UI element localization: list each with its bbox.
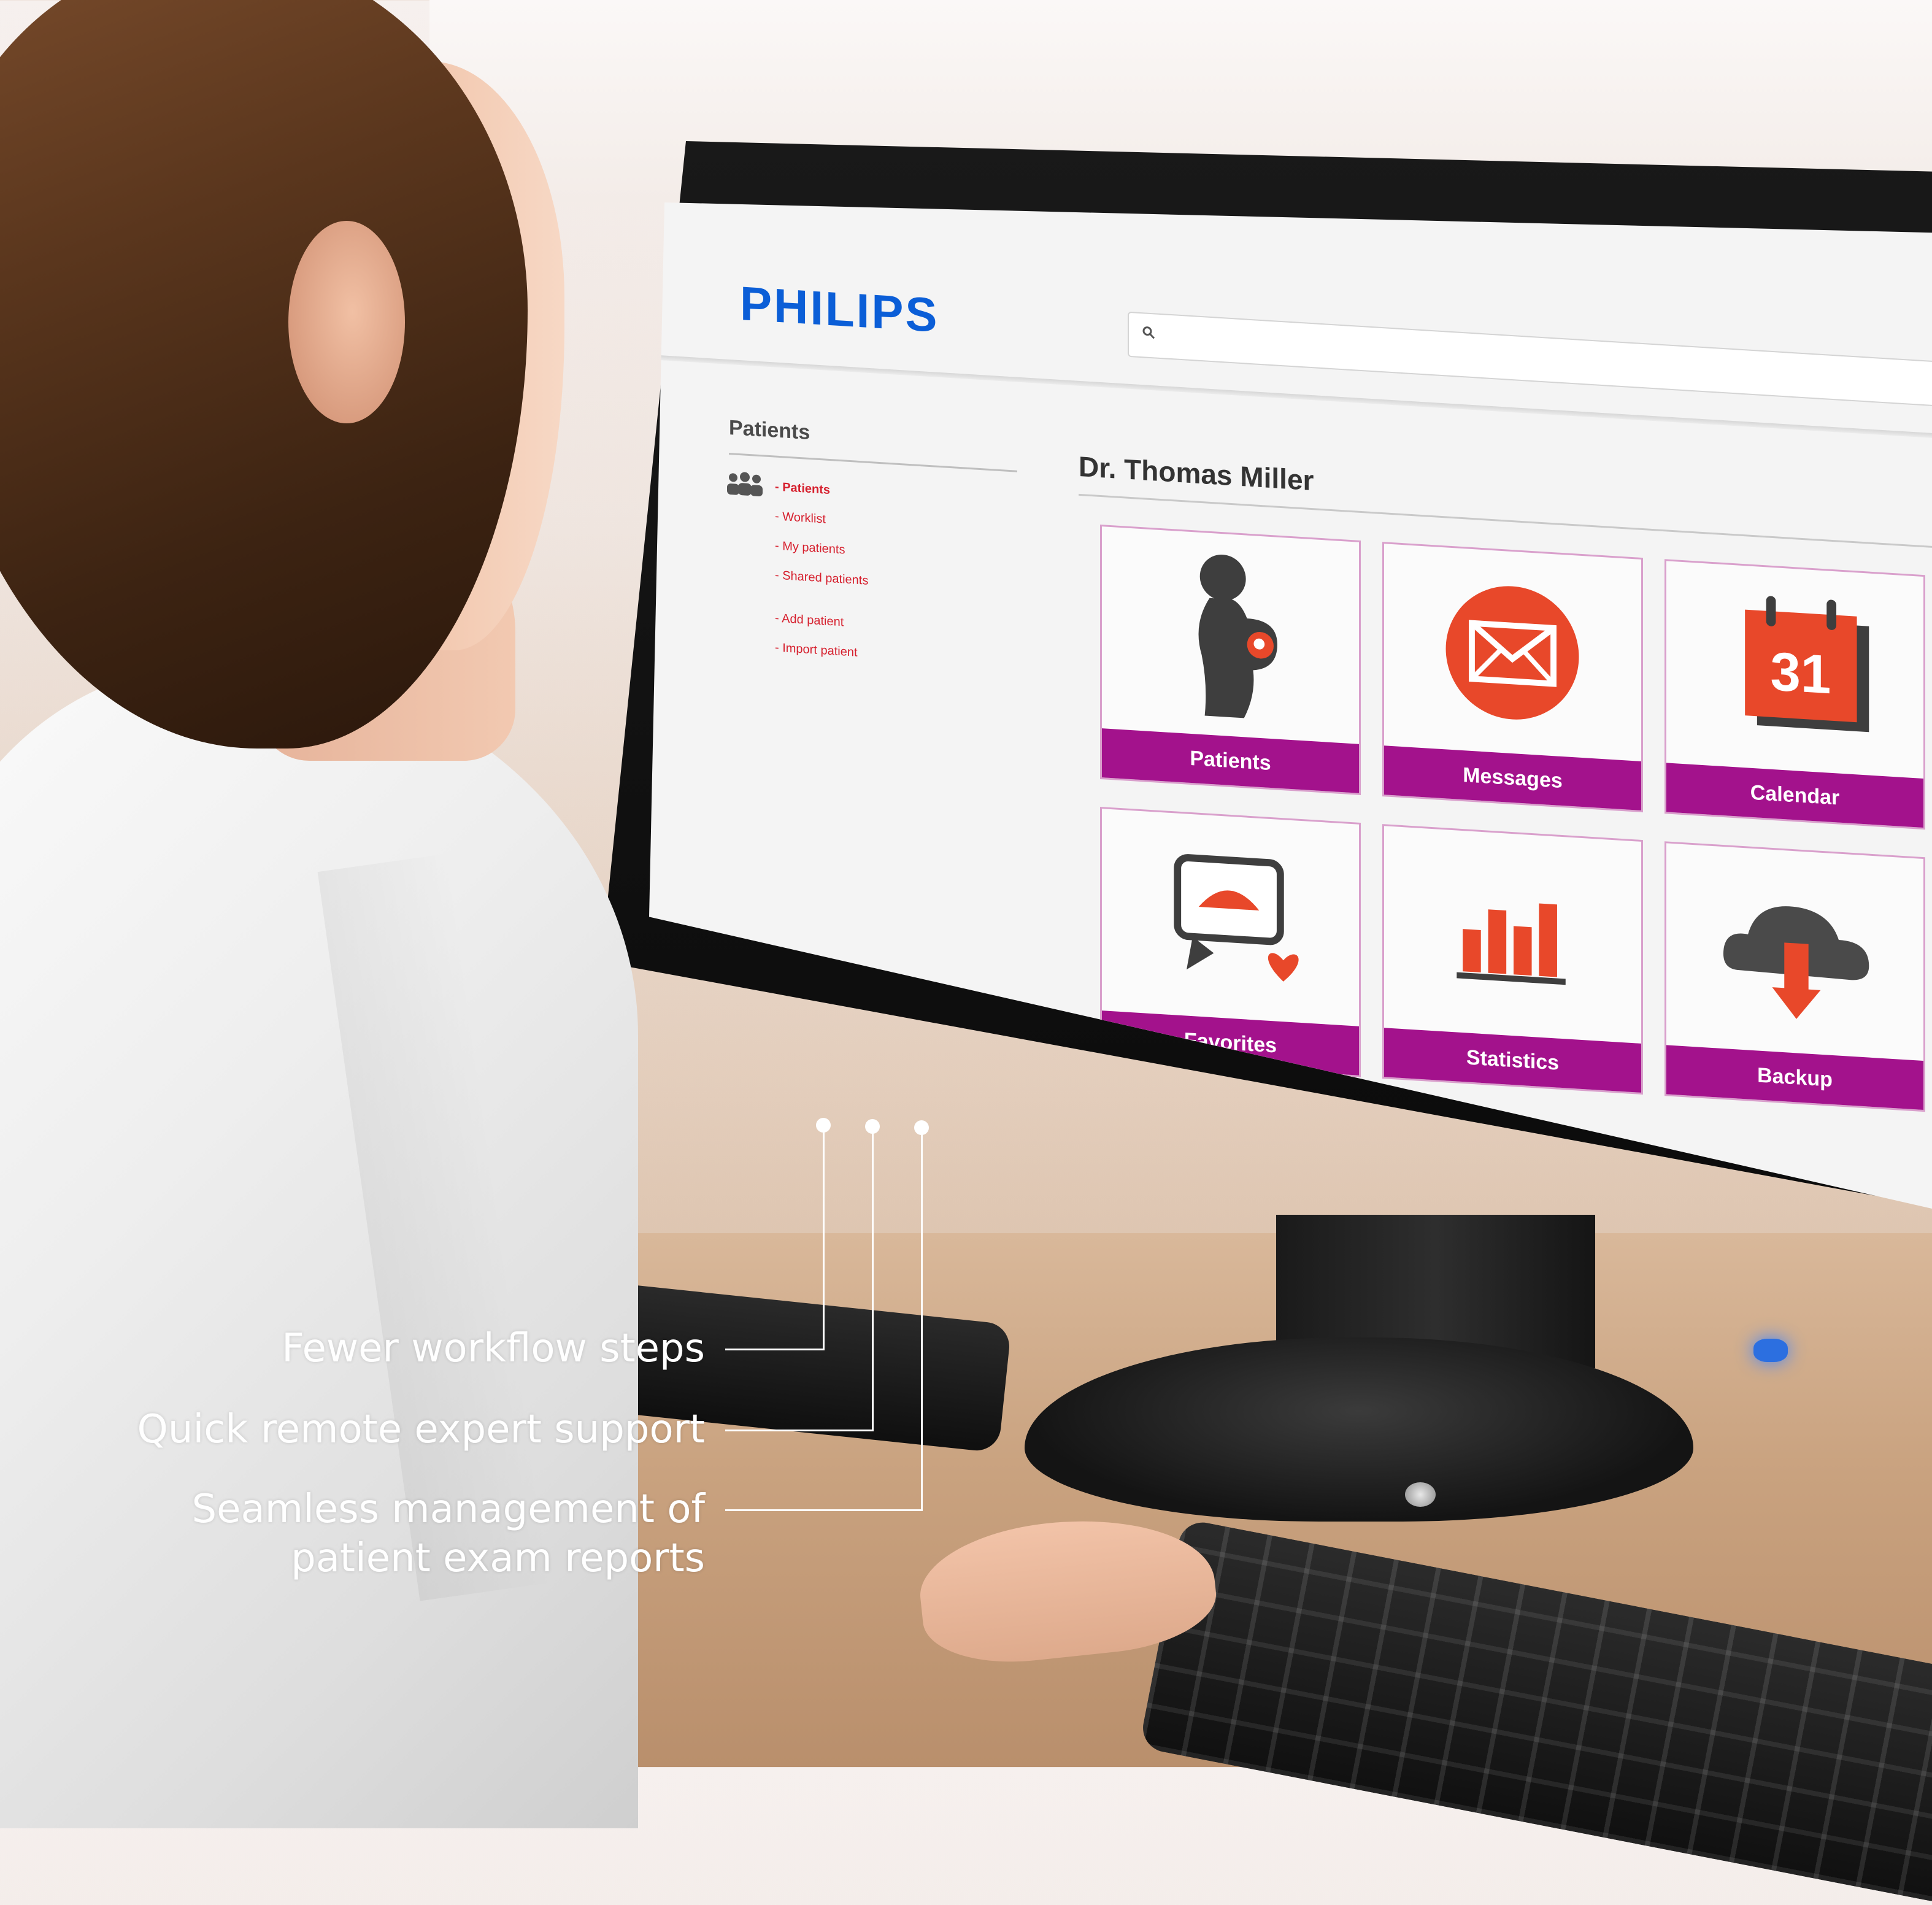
monitor-screen: PHILIPS patient ⌄ Se Patients - Patients… (649, 202, 1932, 1209)
sidebar-item-import-patient[interactable]: - Import patient (775, 641, 868, 676)
callout-seamless-management: Seamless management of patient exam repo… (192, 1485, 706, 1583)
tile-messages[interactable]: Messages (1382, 542, 1643, 813)
callout-line-2-vertical (872, 1130, 874, 1431)
philips-logo: PHILIPS (740, 276, 939, 342)
white-lab-coat (0, 663, 638, 1828)
ultrasound-heart-icon (1174, 854, 1299, 982)
cloud-download-icon (1723, 906, 1869, 1019)
sidebar-title: Patients (729, 415, 810, 445)
search-icon (1142, 326, 1155, 339)
tile-calendar[interactable]: 31 Calendar (1665, 559, 1925, 830)
callout-seamless-line-1: Seamless management of (191, 1487, 706, 1532)
tile-statistics[interactable]: Statistics (1382, 824, 1643, 1095)
callout-line-3-horizontal (725, 1509, 923, 1511)
power-light (1405, 1482, 1436, 1507)
callout-quick-remote-support: Quick remote expert support (137, 1407, 706, 1452)
callout-line-1-horizontal (725, 1349, 825, 1350)
calendar-day-number: 31 (1771, 641, 1831, 705)
doctor-name-heading: Dr. Thomas Miller (1079, 450, 1314, 497)
calendar-icon: 31 (1745, 596, 1869, 733)
callout-line-1-vertical (823, 1129, 825, 1350)
sidebar-divider (729, 452, 1017, 472)
people-group-icon (727, 472, 763, 496)
sidebar-menu: - Patients - Worklist - My patients - Sh… (775, 480, 868, 676)
bar-chart-icon (1457, 903, 1566, 985)
callout-fewer-workflow-steps: Fewer workflow steps (282, 1326, 705, 1371)
envelope-icon (1445, 586, 1579, 720)
blue-indicator-light (1753, 1339, 1788, 1362)
app-ui: PHILIPS patient ⌄ Se Patients - Patients… (649, 202, 1932, 1209)
tile-patients[interactable]: Patients (1100, 524, 1361, 795)
pregnant-woman-icon (1198, 555, 1277, 718)
callout-line-2-horizontal (725, 1430, 874, 1431)
tile-backup[interactable]: Backup (1665, 841, 1925, 1112)
sidebar-item-shared-patients[interactable]: - Shared patients (775, 569, 868, 604)
ear (288, 221, 405, 423)
callout-line-3-vertical (921, 1131, 923, 1511)
callout-seamless-line-2: patient exam reports (291, 1536, 705, 1581)
